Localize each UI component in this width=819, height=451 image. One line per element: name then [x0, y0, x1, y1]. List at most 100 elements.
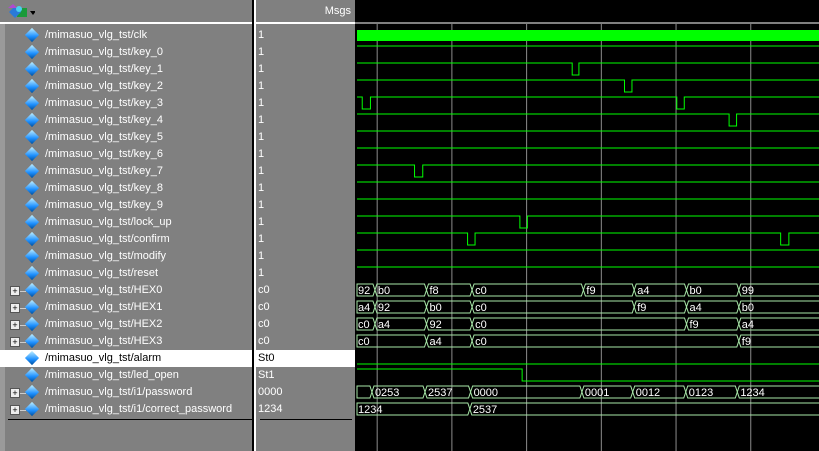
signal-diamond-icon: [24, 384, 40, 400]
signal-value: c0: [258, 301, 270, 313]
signal-row[interactable]: /mimasuo_vlg_tst/key_2: [0, 78, 252, 95]
signal-value: 1: [258, 216, 265, 228]
bus-value-label: 0253: [375, 387, 399, 399]
waveform-canvas[interactable]: 92 b0 f8 c0 f9 a4 b0 99 a4 92 b0 c0 f9 a4 b0 c0 a4 92 c0 f9…: [355, 0, 819, 451]
bus-value-label: b0: [690, 285, 702, 297]
signal-row[interactable]: + /mimasuo_vlg_tst/HEX1: [0, 299, 252, 316]
signal-diamond-icon: [24, 27, 40, 43]
bus-segment: [471, 317, 688, 331]
bus-segment: [469, 402, 819, 416]
signal-names-pane: /mimasuo_vlg_tst/clk/mimasuo_vlg_tst/key…: [0, 0, 252, 451]
signal-value: 1: [258, 80, 265, 92]
bit-waveform: [357, 113, 819, 127]
signal-value: 1: [258, 131, 265, 143]
signal-row[interactable]: /mimasuo_vlg_tst/key_7: [0, 163, 252, 180]
signal-value: 1234: [258, 403, 283, 415]
signal-diamond-icon: [24, 112, 40, 128]
signal-row[interactable]: /mimasuo_vlg_tst/key_5: [0, 129, 252, 146]
signal-row[interactable]: /mimasuo_vlg_tst/key_9: [0, 197, 252, 214]
bus-value-label: b0: [378, 285, 390, 297]
signal-row[interactable]: + /mimasuo_vlg_tst/i1/correct_password: [0, 401, 252, 418]
names-header: [0, 0, 252, 24]
waveform-pane[interactable]: 92 b0 f8 c0 f9 a4 b0 99 a4 92 b0 c0 f9 a4 b0 c0 a4 92 c0 f9…: [355, 0, 819, 451]
signal-name: /mimasuo_vlg_tst/key_4: [45, 114, 163, 126]
signal-value: 1: [258, 199, 265, 211]
signal-diamond-icon: [24, 299, 40, 315]
signal-row[interactable]: /mimasuo_vlg_tst/key_0: [0, 44, 252, 61]
signal-name: /mimasuo_vlg_tst/clk: [45, 29, 148, 41]
bus-value-label: c0: [358, 319, 370, 331]
signal-row[interactable]: /mimasuo_vlg_tst/key_8: [0, 180, 252, 197]
bus-value-label: a4: [429, 336, 441, 348]
signal-row[interactable]: /mimasuo_vlg_tst/modify: [0, 248, 252, 265]
signal-value: 1: [258, 148, 265, 160]
bus-value-label: a4: [742, 319, 754, 331]
signal-value: 0000: [258, 386, 283, 398]
signal-row[interactable]: /mimasuo_vlg_tst/led_open: [0, 367, 252, 384]
signal-name: /mimasuo_vlg_tst/confirm: [45, 233, 170, 245]
bus-value-label: 0000: [474, 387, 498, 399]
wave-tool-icon[interactable]: [5, 3, 35, 21]
bus-value-label: 0012: [636, 387, 660, 399]
signal-name: /mimasuo_vlg_tst/key_8: [45, 182, 163, 194]
signal-row[interactable]: + /mimasuo_vlg_tst/i1/password: [0, 384, 252, 401]
expand-icon[interactable]: +: [10, 286, 26, 296]
expand-icon[interactable]: +: [10, 405, 26, 415]
signal-row[interactable]: /mimasuo_vlg_tst/confirm: [0, 231, 252, 248]
bus-segment: [471, 283, 584, 297]
signal-diamond-icon: [24, 350, 40, 366]
expand-icon[interactable]: +: [10, 303, 26, 313]
insertion-line: [260, 419, 352, 420]
signal-diamond-icon: [24, 316, 40, 332]
signal-value: 1: [258, 29, 265, 41]
msgs-label: Msgs: [324, 5, 351, 17]
signal-value: 1: [258, 46, 265, 58]
signal-value: 1: [258, 114, 265, 126]
signal-row[interactable]: /mimasuo_vlg_tst/key_3: [0, 95, 252, 112]
bus-value-label: c0: [475, 285, 487, 297]
signal-name: /mimasuo_vlg_tst/HEX0: [45, 284, 163, 296]
bus-value-label: c0: [475, 336, 487, 348]
signal-name: /mimasuo_vlg_tst/alarm: [45, 352, 162, 364]
bit-waveform: [357, 79, 819, 93]
bus-value-label: 0123: [689, 387, 713, 399]
bus-value-label: b0: [742, 302, 754, 314]
signal-diamond-icon: [24, 265, 40, 281]
signal-name: /mimasuo_vlg_tst/reset: [45, 267, 159, 279]
bus-value-label: 99: [742, 285, 754, 297]
signal-row[interactable]: /mimasuo_vlg_tst/alarm: [0, 350, 252, 367]
bit-waveform: [357, 96, 819, 110]
signal-value: 1: [258, 267, 265, 279]
expand-icon[interactable]: +: [10, 388, 26, 398]
signal-row[interactable]: /mimasuo_vlg_tst/key_4: [0, 112, 252, 129]
signal-row[interactable]: + /mimasuo_vlg_tst/HEX2: [0, 316, 252, 333]
signal-name: /mimasuo_vlg_tst/HEX1: [45, 301, 163, 313]
signal-row[interactable]: + /mimasuo_vlg_tst/HEX3: [0, 333, 252, 350]
expand-icon[interactable]: +: [10, 337, 26, 347]
bit-waveform: [357, 62, 819, 76]
bus-value-label: f8: [429, 285, 438, 297]
bus-value-label: a4: [378, 319, 390, 331]
signal-row[interactable]: + /mimasuo_vlg_tst/HEX0: [0, 282, 252, 299]
insertion-line: [8, 419, 252, 420]
signal-row[interactable]: /mimasuo_vlg_tst/key_6: [0, 146, 252, 163]
signal-name: /mimasuo_vlg_tst/HEX3: [45, 335, 163, 347]
signal-name: /mimasuo_vlg_tst/key_0: [45, 46, 163, 58]
bus-value-label: b0: [429, 302, 441, 314]
signal-name: /mimasuo_vlg_tst/key_5: [45, 131, 163, 143]
signal-diamond-icon: [24, 367, 40, 383]
signal-row[interactable]: /mimasuo_vlg_tst/clk: [0, 27, 252, 44]
clock-waveform: [357, 30, 819, 41]
signal-row[interactable]: /mimasuo_vlg_tst/key_1: [0, 61, 252, 78]
bit-waveform: [357, 368, 819, 382]
expand-icon[interactable]: +: [10, 320, 26, 330]
signal-diamond-icon: [24, 61, 40, 77]
signal-diamond-icon: [24, 44, 40, 60]
signal-name: /mimasuo_vlg_tst/key_7: [45, 165, 163, 177]
bus-value-label: f9: [586, 285, 595, 297]
signal-row[interactable]: /mimasuo_vlg_tst/reset: [0, 265, 252, 282]
signal-name: /mimasuo_vlg_tst/key_9: [45, 199, 163, 211]
bus-value-label: a4: [358, 302, 370, 314]
bus-segment: [356, 385, 373, 399]
signal-row[interactable]: /mimasuo_vlg_tst/lock_up: [0, 214, 252, 231]
